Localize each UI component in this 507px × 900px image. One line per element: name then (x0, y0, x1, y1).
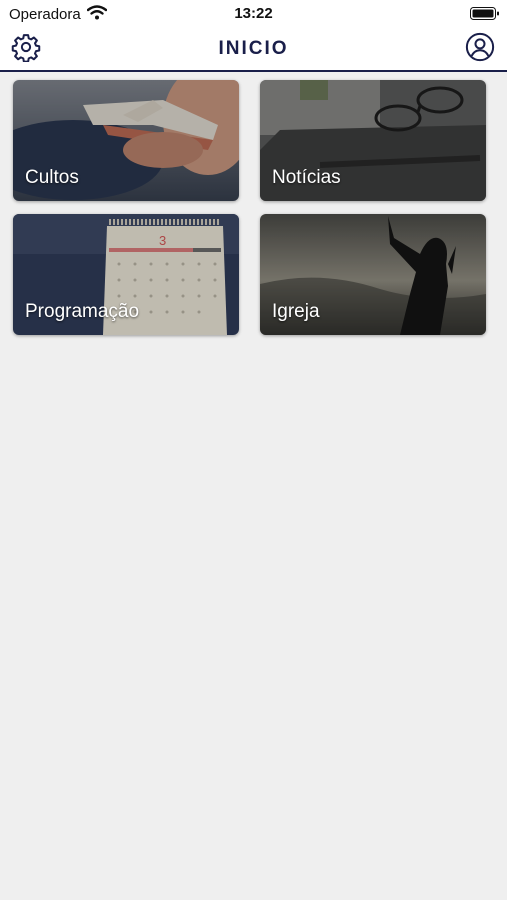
card-cultos[interactable]: Cultos (13, 80, 239, 201)
card-igreja[interactable]: Igreja (260, 214, 486, 335)
card-label-igreja: Igreja (272, 301, 320, 322)
card-label-programacao: Programação (25, 301, 140, 322)
clock: 13:22 (234, 5, 273, 22)
page-title: INICIO (218, 38, 289, 59)
profile-button[interactable] (465, 32, 495, 62)
card-noticias[interactable]: Notícias (260, 80, 486, 201)
battery-icon (470, 7, 500, 26)
card-label-cultos: Cultos (25, 167, 79, 188)
card-label-noticias: Notícias (272, 167, 341, 188)
card-programacao[interactable]: 3 Programação (13, 214, 239, 335)
user-icon (465, 32, 495, 66)
status-bar: Operadora 13:22 (0, 0, 507, 28)
app-header: INICIO (0, 28, 507, 72)
